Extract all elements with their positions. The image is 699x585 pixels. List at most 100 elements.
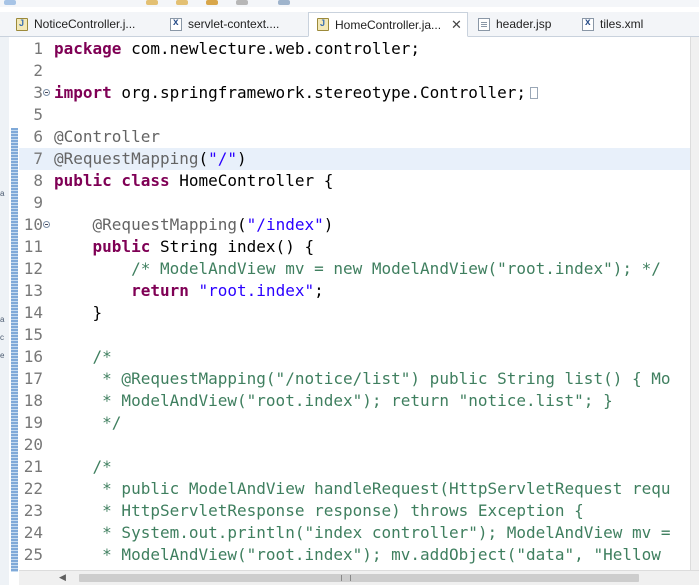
code-line[interactable]: 23 * HttpServletResponse response) throw… [19,500,690,522]
scrollbar-grip [341,575,351,581]
code-line[interactable]: 7 @RequestMapping("/") [19,148,690,170]
code-line[interactable]: 16 /* [19,346,690,368]
line-number: 6 [33,127,43,146]
left-pane-mark: e [0,351,5,360]
code-line[interactable]: 11 public String index() { [19,236,690,258]
code-text[interactable]: * System.out.println("index controller")… [54,522,670,544]
code-line[interactable]: 17 * @RequestMapping("/notice/list") pub… [19,368,690,390]
xml-file-icon [170,17,182,31]
tab-label: HomeController.ja... [335,17,442,32]
code-line[interactable]: 18 * ModelAndView("root.index"); return … [19,390,690,412]
code-line[interactable]: 20 [19,434,690,456]
line-number: 12 [23,259,43,278]
code-text[interactable]: /* ModelAndView mv = new ModelAndView("r… [54,258,661,280]
line-number: 22 [23,479,43,498]
code-text[interactable]: public String index() { [54,236,315,258]
line-number: 21 [23,457,43,476]
editor-tab-bar: NoticeController.j... servlet-context...… [0,12,699,37]
code-line[interactable]: 19 */ [19,412,690,434]
tab-label: header.jsp [496,17,552,31]
line-number: 7 [33,149,43,168]
toolbar-strip [0,0,699,7]
change-marker-bar [11,128,18,572]
code-text[interactable]: public class HomeController { [54,170,333,192]
code-text[interactable]: @Controller [54,126,160,148]
tab-servlet-context[interactable]: servlet-context.... [162,12,302,36]
vertical-scrollbar[interactable] [690,37,699,570]
code-editor[interactable]: 1 package com.newlecture.web.controller; 2… [19,37,690,570]
code-line[interactable]: 6 @Controller [19,126,690,148]
code-line[interactable]: 12 /* ModelAndView mv = new ModelAndView… [19,258,690,280]
code-line[interactable]: 22 * public ModelAndView handleRequest(H… [19,478,690,500]
line-number: 2 [33,61,43,80]
tab-notice-controller[interactable]: NoticeController.j... [8,12,156,36]
code-text[interactable]: * ModelAndView("root.index"); return "no… [54,390,613,412]
code-text[interactable]: /* [54,456,112,478]
toolbar-icon[interactable] [4,0,16,5]
code-text[interactable]: */ [54,412,121,434]
line-number: 14 [23,303,43,322]
left-pane-mark: c [0,333,4,342]
close-icon[interactable]: ✕ [451,17,462,33]
line-number: 15 [23,325,43,344]
fold-toggle-icon[interactable] [43,89,50,96]
line-number: 19 [23,413,43,432]
line-number: 11 [23,237,43,256]
line-number: 24 [23,523,43,542]
toolbar-icon[interactable] [176,0,188,5]
toolbar-icon[interactable] [146,0,158,5]
code-line[interactable]: 5 [19,104,690,126]
line-number: 3 [33,83,43,102]
line-number: 25 [23,545,43,564]
code-text[interactable]: * public ModelAndView handleRequest(Http… [54,478,670,500]
code-text[interactable]: package com.newlecture.web.controller; [54,38,420,60]
left-pane-mark: a [0,315,5,324]
code-line[interactable]: 1 package com.newlecture.web.controller; [19,38,690,60]
toolbar-icon[interactable] [206,0,218,5]
code-text[interactable]: * ModelAndView("root.index"); mv.addObje… [54,544,661,566]
horizontal-scrollbar[interactable]: ◀ [19,570,699,585]
code-line[interactable]: 3 import org.springframework.stereotype.C… [19,82,690,104]
code-text[interactable]: /* [54,346,112,368]
line-number: 9 [33,193,43,212]
toolbar-icon[interactable] [236,0,248,5]
tab-header-jsp[interactable]: header.jsp [470,12,572,36]
line-number: 10 [23,215,43,234]
java-file-icon [16,17,28,31]
line-number: 1 [33,39,43,58]
tab-label: servlet-context.... [188,17,280,31]
line-number: 18 [23,391,43,410]
code-line[interactable]: 25 * ModelAndView("root.index"); mv.addO… [19,544,690,566]
code-line[interactable]: 2 [19,60,690,82]
scrollbar-thumb[interactable] [79,574,639,582]
code-line[interactable]: 9 [19,192,690,214]
line-number: 20 [23,435,43,454]
code-line[interactable]: 24 * System.out.println("index controlle… [19,522,690,544]
code-line[interactable]: 15 [19,324,690,346]
line-number: 8 [33,171,43,190]
code-text[interactable]: } [54,302,103,324]
java-file-icon [317,18,329,31]
line-number: 13 [23,281,43,300]
left-pane-edge: a a c e [0,37,9,585]
code-text[interactable]: return "root.index"; [54,280,324,302]
jsp-file-icon [478,17,490,31]
code-line[interactable]: 10 @RequestMapping("/index") [19,214,690,236]
code-text[interactable]: @RequestMapping("/") [54,148,247,170]
code-text[interactable]: * HttpServletResponse response) throws E… [54,500,584,522]
code-line[interactable]: 8 public class HomeController { [19,170,690,192]
tab-home-controller[interactable]: HomeController.ja... ✕ [308,12,468,37]
code-line[interactable]: 13 return "root.index"; [19,280,690,302]
fold-toggle-icon[interactable] [43,221,50,228]
code-line[interactable]: 21 /* [19,456,690,478]
line-number: 23 [23,501,43,520]
tab-tiles-xml[interactable]: tiles.xml [574,12,674,36]
scroll-left-icon[interactable]: ◀ [59,573,66,583]
code-text[interactable]: @RequestMapping("/index") [54,214,334,236]
toolbar-icon[interactable] [278,0,290,5]
code-text[interactable]: import org.springframework.stereotype.Co… [54,82,539,104]
code-text[interactable]: * @RequestMapping("/notice/list") public… [54,368,670,390]
code-line[interactable]: 14 } [19,302,690,324]
left-pane-mark: a [0,189,5,198]
line-number: 5 [33,105,43,124]
